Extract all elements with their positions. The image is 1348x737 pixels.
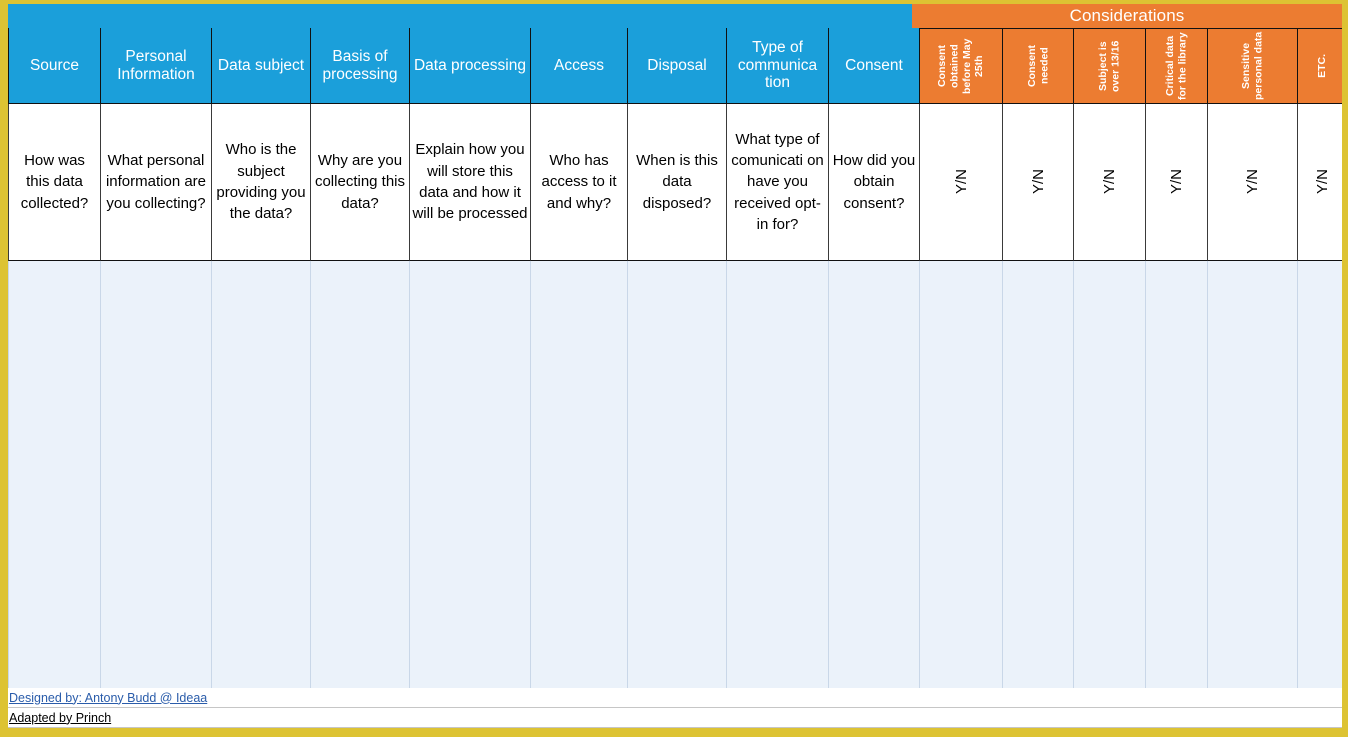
table-header-row: Source Personal Information Data subject Ba… — [8, 28, 1348, 104]
yes-no-prompt: Y/N — [1314, 169, 1331, 195]
table-band-row: Considerations — [8, 4, 1342, 28]
column-header-access[interactable]: Access — [531, 28, 628, 104]
frame-border-top — [0, 0, 1348, 4]
column-description-etc[interactable]: Y/N — [1298, 104, 1348, 261]
column-header-source[interactable]: Source — [8, 28, 101, 104]
considerations-group-header: Considerations — [912, 4, 1342, 28]
column-header-label: Critical data for the library — [1164, 32, 1189, 100]
column-header-consent[interactable]: Consent — [829, 28, 920, 104]
band-spacer-blue — [8, 4, 912, 28]
column-description-critical-data-for-the-library[interactable]: Y/N — [1146, 104, 1208, 261]
entry-cell-personal-information[interactable] — [101, 261, 212, 688]
column-header-etc[interactable]: ETC. — [1298, 28, 1348, 104]
table-description-row: How was this data collected? What persona… — [8, 104, 1348, 261]
yes-no-prompt: Y/N — [1244, 169, 1261, 195]
entry-cell-critical-data-for-the-library[interactable] — [1146, 261, 1208, 688]
column-description-access[interactable]: Who has access to it and why? — [531, 104, 628, 261]
column-header-personal-information[interactable]: Personal Information — [101, 28, 212, 104]
column-header-consent-obtained-before-may-25th[interactable]: Consent obtained before May 25th — [920, 28, 1003, 104]
column-header-subject-is-over-13-16[interactable]: Subject is over 13/16 — [1074, 28, 1146, 104]
yes-no-prompt: Y/N — [1029, 169, 1047, 195]
column-description-personal-information[interactable]: What personal information are you collec… — [101, 104, 212, 261]
footer-credits: Designed by: Antony Budd @ Ideaa Adapted … — [8, 688, 1342, 728]
yes-no-prompt: Y/N — [952, 169, 970, 195]
frame-border-bottom — [0, 728, 1348, 737]
column-header-basis-of-processing[interactable]: Basis of processing — [311, 28, 410, 104]
data-audit-table: Considerations Source Personal Informatio… — [8, 4, 1348, 728]
frame-border-right — [1342, 0, 1348, 737]
column-description-source[interactable]: How was this data collected? — [8, 104, 101, 261]
entry-cell-subject-is-over-13-16[interactable] — [1074, 261, 1146, 688]
column-header-sensitive-personal-data[interactable]: Sensitive personal data — [1208, 28, 1298, 104]
column-description-consent-obtained-before-may-25th[interactable]: Y/N — [920, 104, 1003, 261]
entry-cell-disposal[interactable] — [628, 261, 727, 688]
column-header-label: Consent needed — [1025, 45, 1050, 87]
column-description-data-processing[interactable]: Explain how you will store this data and… — [410, 104, 531, 261]
column-header-label: Subject is over 13/16 — [1097, 40, 1122, 92]
yes-no-prompt: Y/N — [1101, 169, 1118, 195]
column-description-data-subject[interactable]: Who is the subject providing you the dat… — [212, 104, 311, 261]
entry-cell-consent[interactable] — [829, 261, 920, 688]
adapter-credit-text: Adapted by Princh — [9, 710, 112, 725]
column-header-critical-data-for-the-library[interactable]: Critical data for the library — [1146, 28, 1208, 104]
entry-cell-type-of-communica-tion[interactable] — [727, 261, 829, 688]
column-description-disposal[interactable]: When is this data disposed? — [628, 104, 727, 261]
entry-cell-data-processing[interactable] — [410, 261, 531, 688]
table-body-empty[interactable] — [8, 261, 1348, 688]
column-description-consent-needed[interactable]: Y/N — [1003, 104, 1074, 261]
column-header-label: Sensitive personal data — [1240, 31, 1265, 101]
frame-border-left — [0, 0, 8, 737]
entry-cell-source[interactable] — [8, 261, 101, 688]
designer-credit-link[interactable]: Designed by: Antony Budd @ Ideaa — [8, 688, 207, 707]
yes-no-prompt: Y/N — [1168, 169, 1185, 195]
entry-cell-consent-obtained-before-may-25th[interactable] — [920, 261, 1003, 688]
entry-cell-consent-needed[interactable] — [1003, 261, 1074, 688]
column-description-basis-of-processing[interactable]: Why are you collecting this data? — [311, 104, 410, 261]
footer-row: Adapted by Princh — [8, 708, 1342, 728]
column-description-sensitive-personal-data[interactable]: Y/N — [1208, 104, 1298, 261]
entry-cell-sensitive-personal-data[interactable] — [1208, 261, 1298, 688]
entry-cell-access[interactable] — [531, 261, 628, 688]
column-header-data-processing[interactable]: Data processing — [410, 28, 531, 104]
column-header-type-of-communica-tion[interactable]: Type of communica tion — [727, 28, 829, 104]
entry-cell-data-subject[interactable] — [212, 261, 311, 688]
entry-cell-basis-of-processing[interactable] — [311, 261, 410, 688]
entry-cell-etc[interactable] — [1298, 261, 1348, 688]
column-header-data-subject[interactable]: Data subject — [212, 28, 311, 104]
spreadsheet-canvas: Considerations Source Personal Informatio… — [0, 0, 1348, 737]
column-description-type-of-communica-tion[interactable]: What type of comunicati on have you rece… — [727, 104, 829, 261]
footer-row: Designed by: Antony Budd @ Ideaa — [8, 688, 1342, 708]
column-header-disposal[interactable]: Disposal — [628, 28, 727, 104]
column-header-label: Consent obtained before May 25th — [936, 38, 986, 94]
column-header-consent-needed[interactable]: Consent needed — [1003, 28, 1074, 104]
column-header-label: ETC. — [1316, 54, 1329, 78]
column-description-consent[interactable]: How did you obtain consent? — [829, 104, 920, 261]
column-description-subject-is-over-13-16[interactable]: Y/N — [1074, 104, 1146, 261]
